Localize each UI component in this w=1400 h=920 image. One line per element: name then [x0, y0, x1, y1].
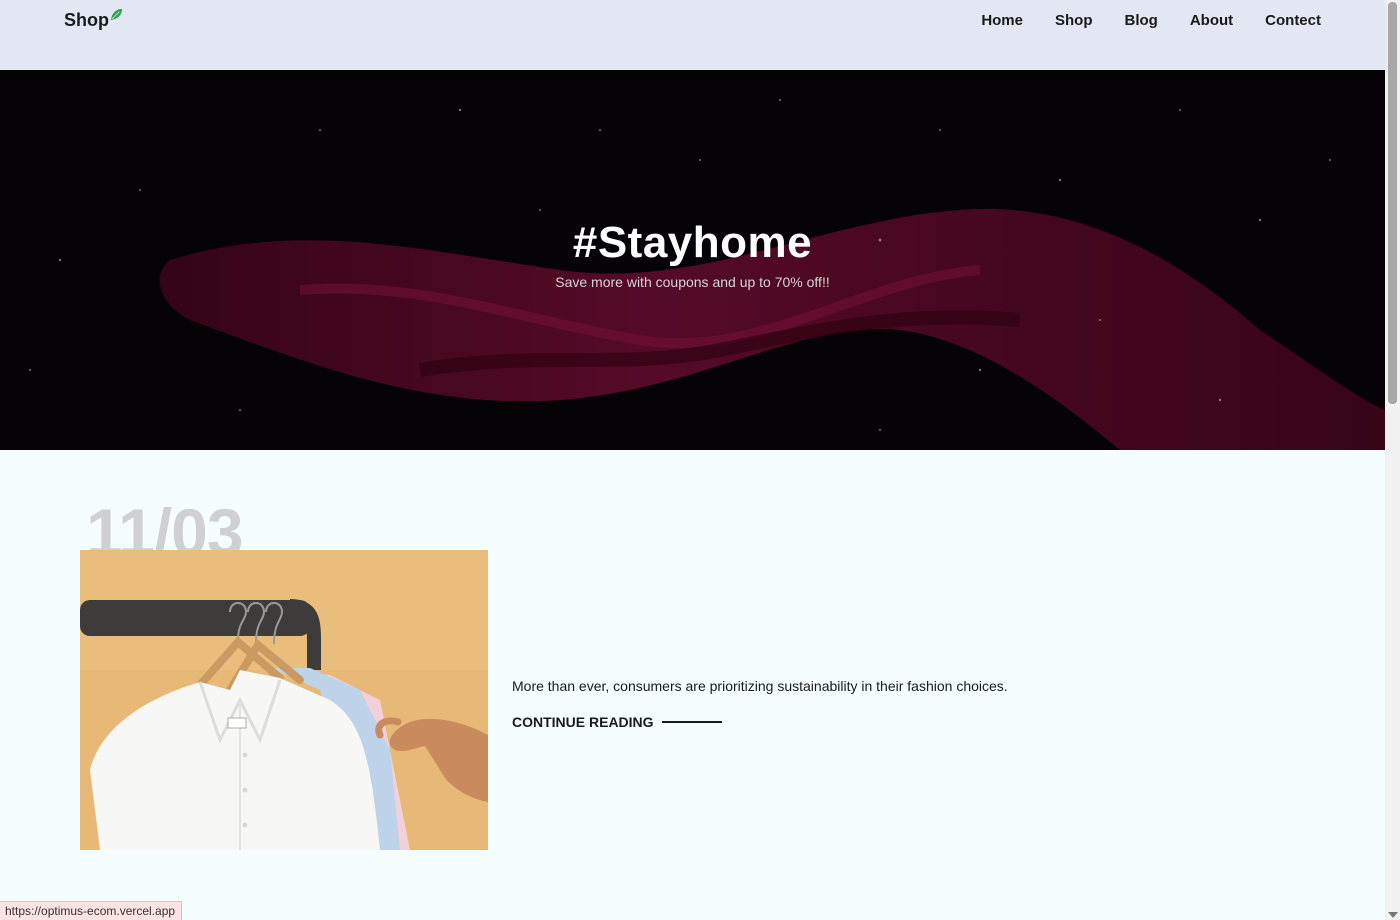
page-scrollbar[interactable] [1385, 0, 1400, 920]
scroll-down-arrow-icon[interactable] [1388, 912, 1398, 918]
underline-decoration [661, 721, 722, 723]
nav-item-about: About [1190, 12, 1233, 30]
blog-image-shirts[interactable] [80, 550, 488, 850]
continue-reading-label: CONTINUE READING [512, 714, 654, 730]
nav-item-home: Home [981, 12, 1023, 30]
nav-link-blog[interactable]: Blog [1125, 12, 1158, 29]
nav-link-contact[interactable]: Contect [1265, 12, 1321, 29]
shirts-on-rack-illustration [80, 550, 488, 850]
leaf-icon [110, 8, 123, 21]
nav-item-blog: Blog [1125, 12, 1158, 30]
continue-reading-link[interactable]: CONTINUE READING [512, 714, 722, 730]
nav-link-about[interactable]: About [1190, 12, 1233, 29]
nav-item-shop: Shop [1055, 12, 1093, 30]
hero-banner: #Stayhome Save more with coupons and up … [0, 70, 1385, 450]
nav-item-contact: Contect [1265, 12, 1321, 30]
site-logo[interactable]: Shop [64, 8, 123, 31]
status-bar-url: https://optimus-ecom.vercel.app [0, 901, 183, 920]
nav-link-shop[interactable]: Shop [1055, 12, 1093, 29]
scrollbar-thumb[interactable] [1388, 2, 1397, 404]
nav-link-home[interactable]: Home [981, 12, 1023, 29]
hero-title: #Stayhome [572, 218, 813, 267]
hero-subtitle: Save more with coupons and up to 70% off… [555, 274, 830, 290]
blog-excerpt: More than ever, consumers are prioritizi… [512, 678, 1008, 694]
logo-text: Shop [64, 10, 109, 30]
main-nav: Home Shop Blog About Contect [981, 12, 1321, 30]
site-header: Shop Home Shop Blog About Contect [0, 0, 1385, 70]
